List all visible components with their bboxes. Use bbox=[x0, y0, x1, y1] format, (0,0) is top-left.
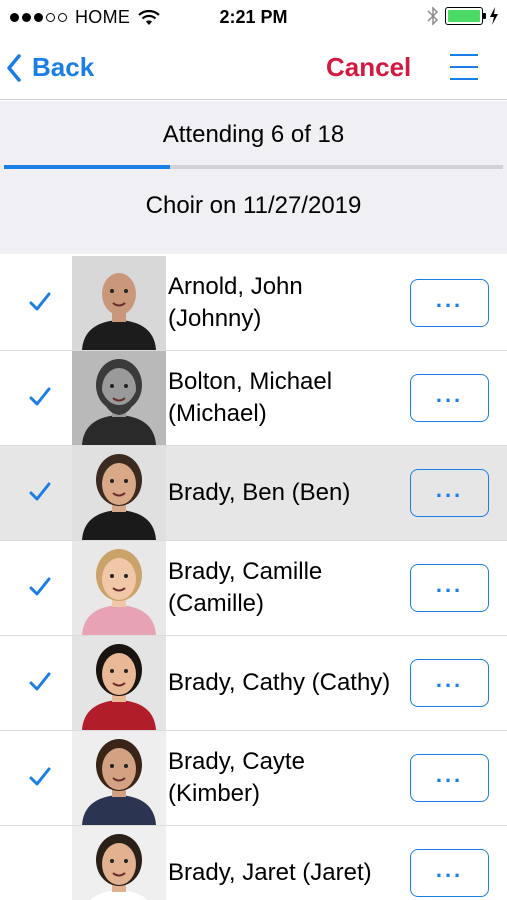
checkmark-icon bbox=[28, 670, 52, 694]
attendee-list: Arnold, John (Johnny)... Bolton, Michael (M… bbox=[0, 256, 507, 900]
checkmark-icon bbox=[28, 290, 52, 314]
checkmark-icon bbox=[28, 480, 52, 504]
attendance-summary: Attending 6 of 18 bbox=[0, 101, 507, 170]
attendee-photo bbox=[72, 256, 166, 350]
bluetooth-icon bbox=[427, 6, 438, 26]
attendee-name-line1: Brady, Cayte bbox=[168, 748, 305, 775]
attendee-photo bbox=[72, 446, 166, 540]
attendance-count: Attending 6 of 18 bbox=[162, 121, 345, 148]
more-options-button[interactable]: ... bbox=[410, 564, 489, 612]
battery-icon bbox=[445, 7, 486, 25]
attendee-row[interactable]: Brady, Camille (Camille)... bbox=[0, 541, 507, 636]
attendee-name: Brady, Jaret (Jaret) bbox=[168, 857, 428, 889]
status-right bbox=[427, 6, 499, 26]
back-button[interactable]: Back bbox=[6, 52, 94, 83]
status-bar: HOME 2:21 PM bbox=[0, 0, 507, 36]
back-label: Back bbox=[32, 52, 95, 82]
attendee-name-line1: Brady, Camille bbox=[168, 558, 323, 585]
attendee-row[interactable]: Brady, Cayte (Kimber)... bbox=[0, 731, 507, 826]
attendee-name: Bolton, Michael (Michael) bbox=[168, 366, 418, 430]
attendee-name-line2: (Johnny) bbox=[168, 305, 262, 332]
attendee-row[interactable]: Brady, Jaret (Jaret)... bbox=[0, 826, 507, 900]
attendee-name-line1: Bolton, Michael bbox=[168, 368, 333, 395]
more-options-button[interactable]: ... bbox=[410, 469, 489, 517]
attendee-photo bbox=[72, 826, 166, 900]
attendee-name: Brady, Cathy (Cathy) bbox=[168, 667, 428, 699]
attendee-name: Brady, Ben (Ben) bbox=[168, 477, 428, 509]
attendee-name-line2: (Kimber) bbox=[168, 780, 261, 807]
cancel-button[interactable]: Cancel bbox=[326, 52, 411, 83]
navigation-bar: Back Cancel bbox=[0, 36, 507, 100]
more-options-button[interactable]: ... bbox=[410, 279, 489, 327]
checkmark-icon bbox=[28, 765, 52, 789]
more-options-button[interactable]: ... bbox=[410, 374, 489, 422]
attendee-name-line2: (Camille) bbox=[168, 590, 264, 617]
hamburger-menu-icon[interactable] bbox=[450, 52, 478, 82]
attendee-photo bbox=[72, 541, 166, 635]
attendee-row[interactable]: Bolton, Michael (Michael)... bbox=[0, 351, 507, 446]
attendee-photo bbox=[72, 351, 166, 445]
event-title: Choir on 11/27/2019 bbox=[145, 192, 362, 219]
checkmark-icon bbox=[28, 385, 52, 409]
attendance-progress-fill bbox=[4, 165, 171, 169]
attendee-name-line2: (Michael) bbox=[168, 400, 267, 427]
event-header: Choir on 11/27/2019 bbox=[0, 170, 507, 254]
charging-icon bbox=[490, 7, 498, 25]
more-options-button[interactable]: ... bbox=[410, 659, 489, 707]
more-options-button[interactable]: ... bbox=[410, 754, 489, 802]
attendee-name: Brady, Cayte (Kimber) bbox=[168, 746, 418, 810]
attendee-photo bbox=[72, 731, 166, 825]
attendee-name-line1: Brady, Ben (Ben) bbox=[168, 479, 351, 506]
attendee-name-line1: Brady, Jaret (Jaret) bbox=[168, 859, 372, 886]
attendee-name: Brady, Camille (Camille) bbox=[168, 556, 418, 620]
attendee-photo bbox=[72, 636, 166, 730]
chevron-left-icon bbox=[7, 53, 21, 82]
more-options-button[interactable]: ... bbox=[410, 849, 489, 897]
attendee-name-line1: Arnold, John bbox=[168, 273, 303, 300]
attendee-row[interactable]: Arnold, John (Johnny)... bbox=[0, 256, 507, 351]
attendee-name: Arnold, John (Johnny) bbox=[168, 271, 418, 335]
attendee-row[interactable]: Brady, Cathy (Cathy)... bbox=[0, 636, 507, 731]
attendee-name-line1: Brady, Cathy (Cathy) bbox=[168, 669, 391, 696]
checkmark-icon bbox=[28, 575, 52, 599]
attendee-row[interactable]: Brady, Ben (Ben)... bbox=[0, 446, 507, 541]
attendance-progress-bar bbox=[4, 165, 503, 169]
